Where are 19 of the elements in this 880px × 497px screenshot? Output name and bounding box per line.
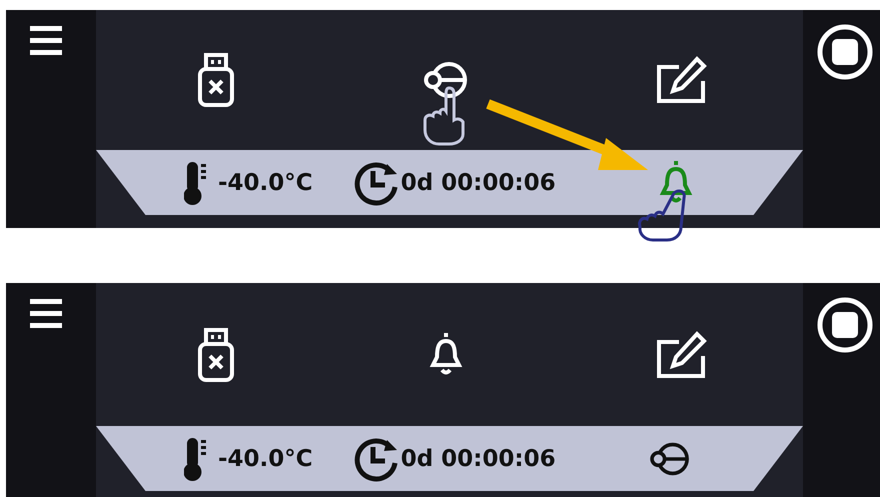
stop-button-icon[interactable] — [817, 297, 873, 353]
menu-icon[interactable] — [30, 24, 62, 58]
edit-icon[interactable] — [655, 330, 707, 380]
bell-icon[interactable] — [428, 332, 462, 376]
edit-icon[interactable] — [655, 55, 707, 105]
timer-reading: 0d 00:00:06 — [400, 446, 556, 472]
stop-button-icon[interactable] — [817, 24, 873, 80]
thermometer-icon — [184, 436, 208, 482]
usb-drive-icon[interactable] — [196, 53, 236, 107]
pointing-hand-icon — [420, 84, 466, 146]
timer-reading: 0d 00:00:06 — [400, 170, 556, 196]
temperature-reading: -40.0°C — [218, 170, 313, 196]
menu-icon[interactable] — [30, 297, 62, 331]
usb-drive-icon[interactable] — [196, 328, 236, 382]
timer-clock-icon — [352, 160, 399, 206]
bell-icon[interactable] — [659, 160, 693, 204]
thermometer-icon — [184, 160, 208, 206]
timer-clock-icon — [352, 436, 399, 482]
temperature-reading: -40.0°C — [218, 446, 313, 472]
